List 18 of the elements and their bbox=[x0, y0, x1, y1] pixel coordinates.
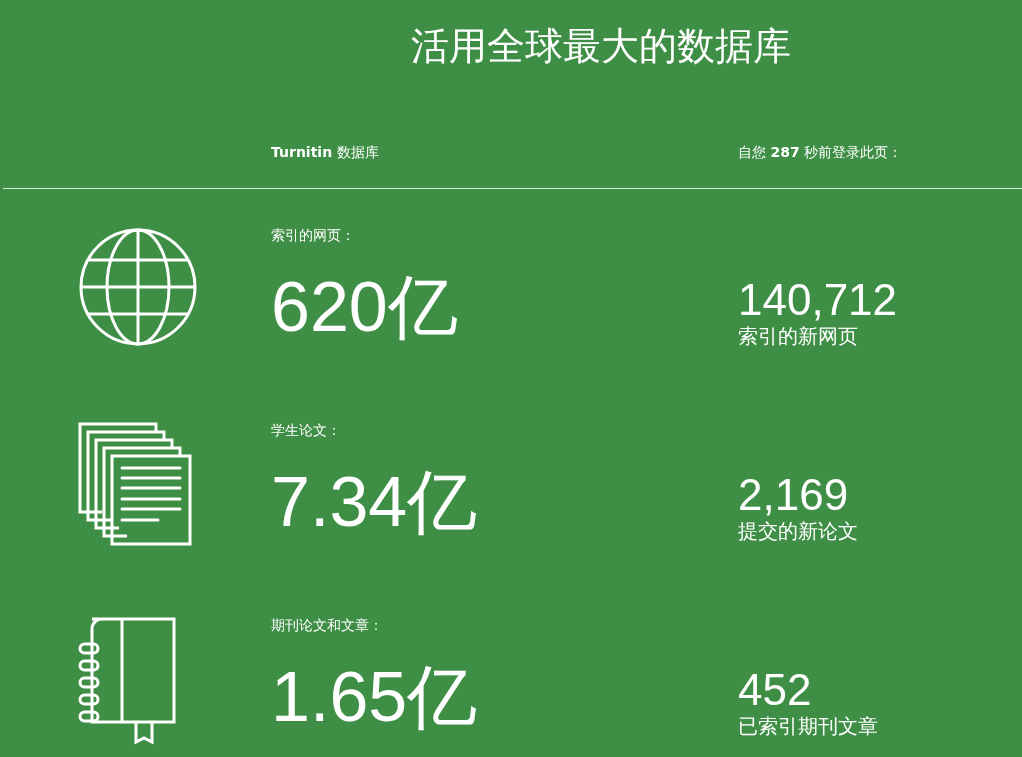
stat-label: 期刊论文和文章： bbox=[271, 617, 384, 635]
stat-label: 索引的网页： bbox=[271, 227, 356, 245]
stat-value: 1.65亿 bbox=[271, 657, 479, 737]
notebook-icon bbox=[78, 617, 178, 745]
documents-stack-icon bbox=[78, 422, 192, 546]
elapsed-time-label: 自您 287 秒前登录此页： bbox=[738, 144, 903, 162]
new-count-label: 提交的新论文 bbox=[738, 518, 859, 544]
stat-value: 620亿 bbox=[271, 267, 459, 347]
globe-icon bbox=[78, 227, 198, 347]
new-count-label: 已索引期刊文章 bbox=[738, 713, 879, 739]
new-count: 2,169 bbox=[738, 472, 850, 518]
new-count: 452 bbox=[738, 667, 813, 713]
stat-value: 7.34亿 bbox=[271, 462, 479, 542]
new-count: 140,712 bbox=[738, 277, 899, 323]
stat-label: 学生论文： bbox=[271, 422, 342, 440]
database-label: Turnitin 数据库 bbox=[271, 144, 380, 162]
new-count-label: 索引的新网页 bbox=[738, 323, 859, 349]
page-title: 活用全球最大的数据库 bbox=[410, 23, 792, 70]
